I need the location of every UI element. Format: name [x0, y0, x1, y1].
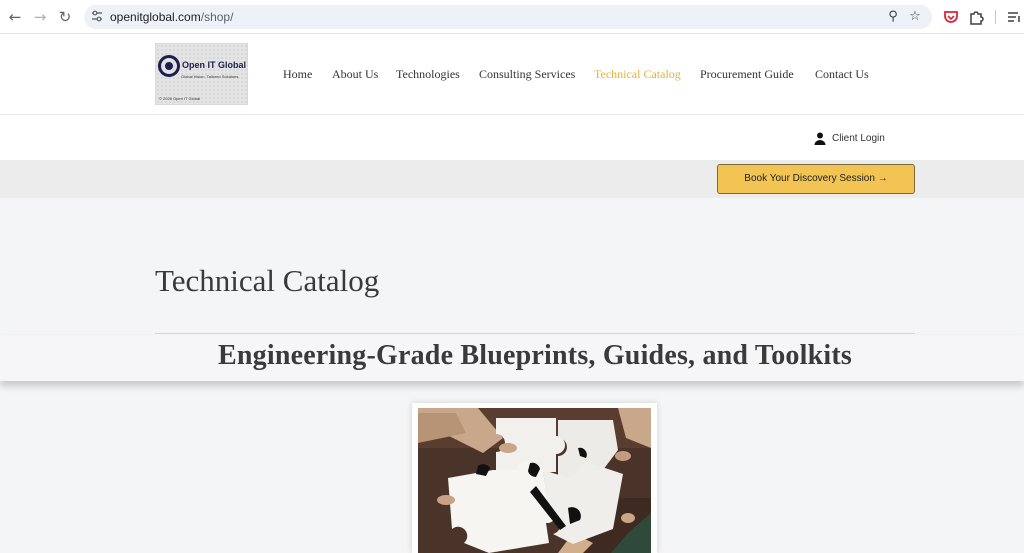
nav-item-technologies[interactable]: Technologies — [396, 67, 460, 82]
toolbar-divider — [995, 10, 996, 24]
forward-arrow-icon[interactable]: → — [30, 7, 50, 27]
book-discovery-session-button[interactable]: Book Your Discovery Session → — [717, 164, 915, 194]
user-icon — [814, 132, 826, 145]
page-subtitle: Engineering-Grade Blueprints, Guides, an… — [218, 340, 852, 371]
reading-list-icon[interactable] — [1005, 8, 1023, 26]
browser-toolbar: ← → ↻ openitglobal.com/shop/ ⚲ ☆ — [0, 0, 1024, 34]
zoom-icon[interactable]: ⚲ — [884, 8, 902, 26]
puzzle-icon[interactable] — [968, 8, 986, 26]
nav-item-contact-us[interactable]: Contact Us — [815, 67, 869, 82]
title-divider — [155, 333, 915, 334]
nav-item-consulting-services[interactable]: Consulting Services — [479, 67, 575, 82]
address-bar[interactable]: openitglobal.com/shop/ ⚲ ☆ — [84, 5, 932, 29]
site-info-icon[interactable] — [91, 10, 103, 23]
subtitle-band: Engineering-Grade Blueprints, Guides, an… — [0, 335, 1024, 381]
page-title: Technical Catalog — [155, 263, 380, 298]
reload-icon[interactable]: ↻ — [55, 7, 75, 27]
pocket-icon[interactable] — [942, 8, 960, 26]
url-domain: openitglobal.com — [110, 10, 201, 24]
nav-item-technical-catalog[interactable]: Technical Catalog — [594, 67, 681, 82]
client-login-label: Client Login — [832, 132, 885, 144]
back-arrow-icon[interactable]: ← — [5, 7, 25, 27]
action-bar: Book Your Discovery Session → — [0, 160, 1024, 198]
client-login-link[interactable]: Client Login — [814, 130, 885, 146]
main-content: Technical Catalog Engineering-Grade Blue… — [0, 198, 1024, 553]
star-icon[interactable]: ☆ — [906, 8, 924, 26]
main-navigation: Home About Us Technologies Consulting Se… — [0, 34, 1024, 115]
nav-item-home[interactable]: Home — [283, 67, 312, 82]
hero-image-card — [412, 403, 657, 553]
puzzle-teamwork-image — [418, 408, 651, 553]
nav-item-procurement-guide[interactable]: Procurement Guide — [700, 67, 794, 82]
sub-header: Client Login — [0, 115, 1024, 160]
url-path: /shop/ — [200, 10, 234, 24]
site-header: Open IT Global Global Vision. Tailored S… — [0, 34, 1024, 115]
url-text[interactable]: openitglobal.com/shop/ — [110, 5, 233, 29]
nav-item-about-us[interactable]: About Us — [332, 67, 378, 82]
